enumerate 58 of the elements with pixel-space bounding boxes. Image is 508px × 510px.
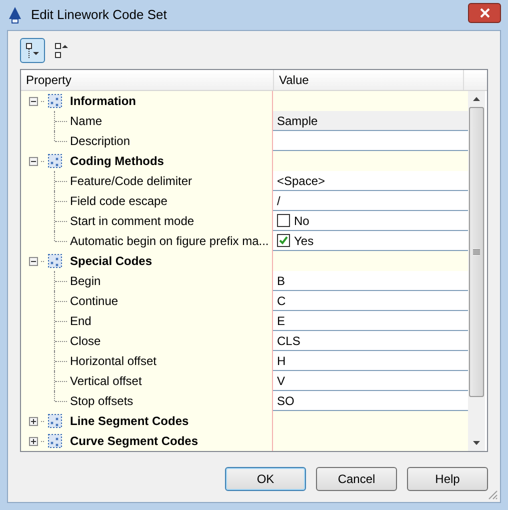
category-label: Line Segment Codes: [70, 413, 189, 430]
checkbox[interactable]: [277, 214, 290, 227]
category-icon: [47, 93, 63, 109]
property-label: Vertical offset: [70, 373, 142, 390]
text-input[interactable]: E: [273, 311, 468, 331]
category-icon: [47, 433, 63, 449]
category-icon: [47, 253, 63, 269]
column-header[interactable]: Property: [21, 70, 274, 90]
collapse-icon[interactable]: [29, 256, 38, 266]
collapse-icon[interactable]: [29, 96, 38, 106]
property-label: Feature/Code delimiter: [70, 173, 192, 190]
property-label: Field code escape: [70, 193, 168, 210]
category-label: Special Codes: [70, 253, 152, 270]
scrollbar[interactable]: [468, 91, 485, 451]
property-label: Close: [70, 333, 101, 350]
checkbox-label: No: [294, 212, 310, 230]
category-icon: [47, 413, 63, 429]
resize-grip-icon[interactable]: [487, 489, 498, 500]
text-input[interactable]: <Space>: [273, 171, 468, 191]
expand-icon[interactable]: [29, 436, 38, 446]
expand-tree-icon: [26, 42, 40, 58]
column-header[interactable]: Value: [274, 70, 464, 90]
expand-all-button[interactable]: [20, 38, 45, 63]
property-label: Horizontal offset: [70, 353, 156, 370]
property-label: Automatic begin on figure prefix ma...: [70, 233, 269, 250]
property-label: Name: [70, 113, 102, 130]
checkbox[interactable]: [277, 234, 290, 247]
category-label: Curve Segment Codes: [70, 433, 198, 450]
text-input[interactable]: H: [273, 351, 468, 371]
property-label: Begin: [70, 273, 101, 290]
text-input[interactable]: [273, 131, 468, 151]
dialog-button[interactable]: Cancel: [316, 467, 397, 491]
expand-icon[interactable]: [29, 416, 38, 426]
text-input[interactable]: CLS: [273, 331, 468, 351]
category-icon: [47, 153, 63, 169]
text-input[interactable]: V: [273, 371, 468, 391]
category-label: Coding Methods: [70, 153, 164, 170]
window-title: Edit Linework Code Set: [31, 6, 167, 24]
property-label: Continue: [70, 293, 118, 310]
dialog-button[interactable]: Help: [407, 467, 488, 491]
text-input[interactable]: B: [273, 271, 468, 291]
text-input[interactable]: /: [273, 191, 468, 211]
property-label: Description: [70, 133, 130, 150]
category-label: Information: [70, 93, 136, 110]
checkbox-label: Yes: [294, 232, 314, 250]
property-label: Start in comment mode: [70, 213, 194, 230]
text-input[interactable]: C: [273, 291, 468, 311]
close-icon: [480, 8, 490, 18]
collapse-tree-icon: [54, 42, 68, 58]
text-input[interactable]: Sample: [273, 111, 468, 131]
dialog-button[interactable]: OK: [225, 467, 306, 491]
grip-icon: [473, 249, 480, 255]
collapse-icon[interactable]: [29, 156, 38, 166]
property-label: Stop offsets: [70, 393, 134, 410]
close-button[interactable]: [468, 3, 501, 23]
text-input[interactable]: SO: [273, 391, 468, 411]
property-label: End: [70, 313, 92, 330]
app-logo-icon: [7, 6, 23, 24]
